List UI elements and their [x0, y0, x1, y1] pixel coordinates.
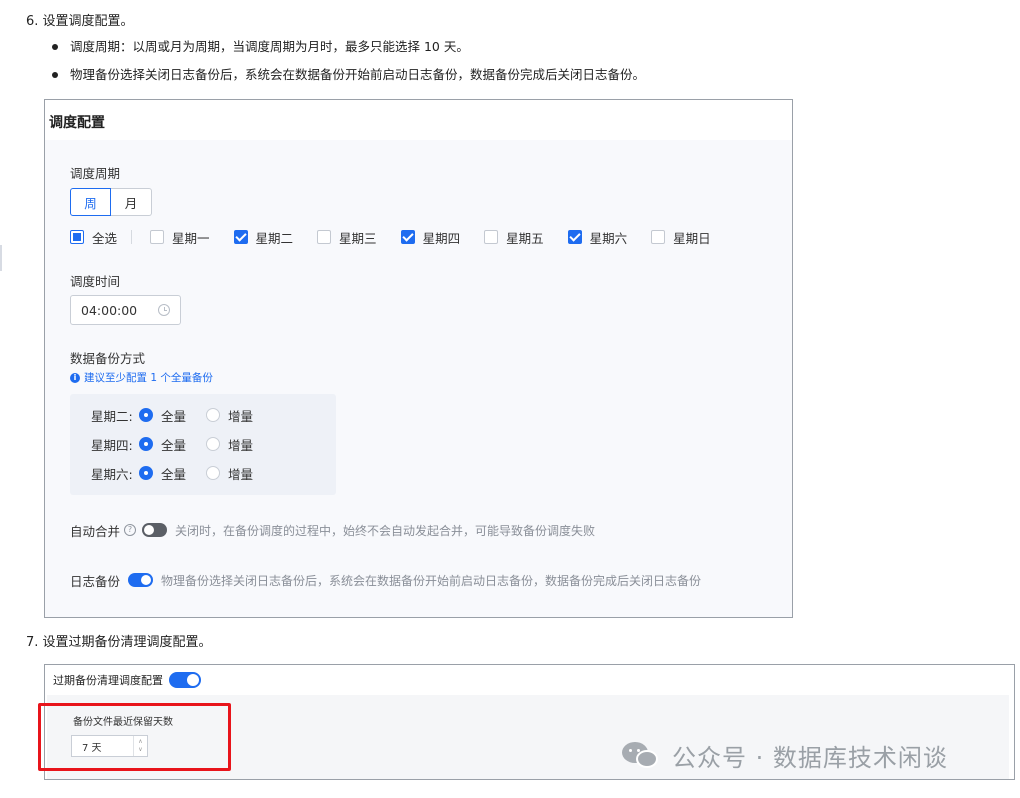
bullet-text: 调度周期：以周或月为周期，当调度周期为月时，最多只能选择 10 天。 — [70, 39, 469, 54]
panel-title: 调度配置 — [49, 115, 105, 131]
backup-hint: i 建议至少配置 1 个全量备份 — [70, 370, 213, 385]
cleanup-toggle[interactable] — [169, 672, 201, 688]
auto-merge-toggle[interactable] — [142, 523, 168, 537]
radio-selected-icon — [139, 437, 153, 451]
clock-icon — [158, 304, 170, 316]
radio-full[interactable]: 全量 — [139, 406, 186, 425]
checkbox-icon — [317, 230, 332, 244]
checkbox-checked-icon — [567, 230, 582, 244]
bullet-dot — [52, 72, 58, 78]
radio-full[interactable]: 全量 — [139, 435, 186, 454]
weekday-checkbox-fri[interactable]: 星期五 — [484, 228, 544, 247]
radio-incremental[interactable]: 增量 — [206, 464, 253, 483]
select-all-checkbox[interactable]: 全选 — [70, 228, 117, 247]
step-6-bullet-2: 物理备份选择关闭日志备份后，系统会在数据备份开始前启动日志备份，数据备份完成后关… — [52, 66, 645, 84]
period-option-month[interactable]: 月 — [111, 188, 152, 216]
radio-icon — [206, 466, 221, 480]
radio-full[interactable]: 全量 — [139, 464, 186, 483]
bullet-dot — [52, 44, 58, 50]
backup-mode-box: 星期二: 全量 增量 星期四: 全量 增量 星期六: 全量 增量 — [70, 394, 336, 495]
divider — [131, 230, 133, 244]
radio-icon — [206, 437, 221, 451]
schedule-time-input[interactable]: 04:00:00 — [70, 295, 181, 325]
backup-row-thu: 星期四: 全量 增量 — [91, 435, 273, 453]
auto-merge-description: 关闭时，在备份调度的过程中，始终不会自动发起合并，可能导致备份调度失败 — [175, 523, 596, 538]
weekday-label: 星期三 — [339, 230, 377, 246]
step-6-heading: 6. 设置调度配置。 — [26, 14, 134, 29]
weekday-label: 星期一 — [172, 230, 210, 246]
log-backup-description: 物理备份选择关闭日志备份后，系统会在数据备份开始前启动日志备份，数据备份完成后关… — [161, 573, 702, 588]
period-segmented-control: 周 月 — [70, 188, 152, 216]
backup-hint-text: 建议至少配置 1 个全量备份 — [84, 372, 213, 384]
weekday-label: 星期二 — [255, 230, 294, 246]
cleanup-title: 过期备份清理调度配置 — [53, 674, 163, 687]
checkbox-icon — [150, 230, 165, 244]
weekday-label: 星期五 — [506, 230, 544, 246]
info-icon: i — [70, 372, 80, 383]
weekday-checkbox-group: 全选 星期一 星期二 星期三 星期四 星期五 星期六 星期日 — [70, 228, 735, 246]
weekday-checkbox-sun[interactable]: 星期日 — [651, 228, 711, 247]
schedule-config-panel: 调度配置 调度周期 周 月 全选 星期一 星期二 星期三 星期四 星期五 星期六… — [44, 99, 793, 618]
radio-incremental[interactable]: 增量 — [206, 406, 253, 425]
auto-merge-label: 自动合并 — [70, 523, 121, 539]
weekday-checkbox-sat[interactable]: 星期六 — [567, 228, 628, 247]
log-backup-toggle[interactable] — [128, 573, 154, 587]
backup-day-label: 星期二: — [91, 408, 133, 424]
left-edge-marker — [0, 245, 2, 271]
weekday-label: 星期四 — [422, 230, 461, 246]
radio-incremental[interactable]: 增量 — [206, 435, 253, 454]
checkbox-checked-icon — [233, 230, 248, 244]
backup-day-label: 星期四: — [91, 437, 133, 453]
backup-row-sat: 星期六: 全量 增量 — [91, 464, 273, 482]
radio-label: 全量 — [161, 437, 187, 453]
checkbox-indeterminate-icon — [70, 230, 84, 244]
checkbox-icon — [651, 230, 666, 244]
checkbox-checked-icon — [400, 230, 415, 244]
radio-label: 全量 — [161, 466, 187, 482]
log-backup-row: 日志备份 物理备份选择关闭日志备份后，系统会在数据备份开始前启动日志备份，数据备… — [70, 571, 701, 589]
cleanup-header: 过期备份清理调度配置 — [53, 671, 201, 689]
checkbox-icon — [484, 230, 499, 244]
time-value: 04:00:00 — [81, 302, 138, 318]
backup-row-tue: 星期二: 全量 增量 — [91, 406, 273, 424]
weekday-label: 星期六 — [589, 230, 628, 246]
log-backup-label: 日志备份 — [70, 573, 121, 589]
weekday-checkbox-tue[interactable]: 星期二 — [233, 228, 294, 247]
step-7-heading: 7. 设置过期备份清理调度配置。 — [26, 635, 212, 650]
weekday-label: 星期日 — [673, 230, 711, 246]
time-label: 调度时间 — [70, 274, 121, 289]
radio-label: 全量 — [161, 408, 187, 424]
weekday-checkbox-mon[interactable]: 星期一 — [150, 228, 210, 247]
backup-day-label: 星期六: — [91, 466, 133, 482]
help-icon[interactable]: ? — [124, 524, 137, 536]
select-all-label: 全选 — [92, 230, 118, 246]
backup-mode-label: 数据备份方式 — [70, 351, 146, 366]
panel-body: 调度周期 周 月 全选 星期一 星期二 星期三 星期四 星期五 星期六 星期日 … — [45, 140, 792, 617]
radio-selected-icon — [139, 408, 153, 422]
period-label: 调度周期 — [70, 166, 121, 181]
wechat-icon — [622, 740, 662, 770]
radio-label: 增量 — [228, 466, 254, 482]
period-option-week[interactable]: 周 — [70, 188, 111, 216]
watermark-text: 公众号 · 数据库技术闲谈 — [672, 743, 948, 772]
radio-selected-icon — [139, 466, 153, 480]
bullet-text: 物理备份选择关闭日志备份后，系统会在数据备份开始前启动日志备份，数据备份完成后关… — [70, 67, 646, 82]
step-6-bullet-1: 调度周期：以周或月为周期，当调度周期为月时，最多只能选择 10 天。 — [52, 38, 469, 56]
radio-icon — [206, 408, 221, 422]
radio-label: 增量 — [228, 408, 254, 424]
watermark: 公众号 · 数据库技术闲谈 — [622, 740, 948, 772]
weekday-checkbox-wed[interactable]: 星期三 — [317, 228, 377, 247]
weekday-checkbox-thu[interactable]: 星期四 — [400, 228, 461, 247]
radio-label: 增量 — [228, 437, 254, 453]
auto-merge-row: 自动合并 ? 关闭时，在备份调度的过程中，始终不会自动发起合并，可能导致备份调度… — [70, 521, 595, 539]
highlight-box — [38, 703, 231, 771]
